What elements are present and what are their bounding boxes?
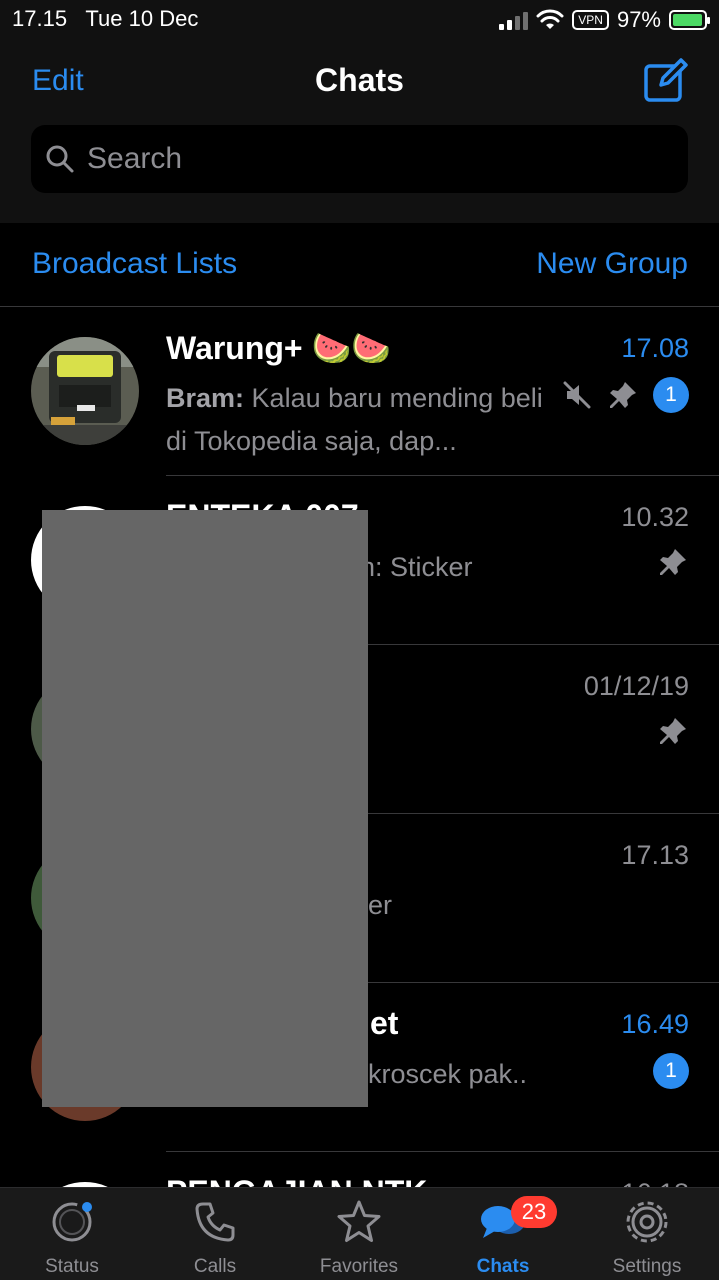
chat-time: 01/12/19 xyxy=(583,671,689,701)
chat-preview: er xyxy=(368,884,719,927)
status-icon xyxy=(52,1202,92,1242)
chat-indicators: 1 xyxy=(653,1053,689,1089)
new-group-link[interactable]: New Group xyxy=(536,247,688,281)
broadcast-lists-link[interactable]: Broadcast Lists xyxy=(32,247,237,281)
chat-time: 17.08 xyxy=(621,333,689,363)
search-bar[interactable]: Search xyxy=(31,125,688,193)
chat-indicators xyxy=(657,715,689,747)
chat-sender: Bram: xyxy=(166,383,245,413)
chat-row[interactable]: PENGAJIAN NTK 16.18 xyxy=(0,1152,719,1187)
compose-icon[interactable] xyxy=(643,57,689,103)
chat-message: n: Sticker xyxy=(360,552,473,582)
status-time-date: 17.15 Tue 10 Dec xyxy=(12,6,198,32)
page-title: Chats xyxy=(315,62,404,98)
status-date: Tue 10 Dec xyxy=(85,6,199,31)
chat-message: kroscek pak.. xyxy=(368,1059,528,1089)
chat-indicators xyxy=(657,546,689,578)
status-indicators: VPN 97% xyxy=(499,6,710,34)
nav-bar: Edit Chats Search xyxy=(0,40,719,223)
search-icon xyxy=(46,145,74,173)
chat-actions-bar: Broadcast Lists New Group xyxy=(0,223,719,307)
chat-name: Warung+ 🍉🍉 xyxy=(166,330,392,366)
chat-name: PENGAJIAN NTK xyxy=(166,1174,427,1187)
status-time: 17.15 xyxy=(12,6,68,31)
cellular-signal-icon xyxy=(499,10,529,30)
redaction-block xyxy=(42,510,368,1107)
tab-bar: Status Calls Favorites 23 Chats Settings xyxy=(0,1187,719,1280)
wifi-icon xyxy=(536,9,564,29)
search-input[interactable]: Search xyxy=(87,142,182,176)
tab-label: Chats xyxy=(476,1256,530,1277)
battery-percent: 97% xyxy=(616,7,661,32)
tab-label: Settings xyxy=(612,1256,682,1277)
phone-icon xyxy=(195,1202,235,1242)
tab-calls[interactable]: Calls xyxy=(143,1188,287,1280)
battery-icon xyxy=(669,10,710,30)
tab-label: Calls xyxy=(193,1256,237,1277)
chat-preview: Bram: Kalau baru mending beli di Tokoped… xyxy=(166,377,546,463)
chat-time: 16.18 xyxy=(621,1178,689,1187)
pin-icon xyxy=(660,718,686,744)
chat-time: 10.32 xyxy=(621,502,689,532)
chat-time: 16.49 xyxy=(621,1009,689,1039)
status-bar: 17.15 Tue 10 Dec VPN 97% xyxy=(0,0,719,40)
chat-indicators: 1 xyxy=(561,377,689,413)
tab-settings[interactable]: Settings xyxy=(575,1188,719,1280)
pin-icon xyxy=(610,382,636,408)
tab-label: Favorites xyxy=(319,1256,399,1277)
unread-badge: 1 xyxy=(653,1053,689,1089)
star-icon xyxy=(337,1200,381,1242)
chat-time: 17.13 xyxy=(621,840,689,870)
tab-favorites[interactable]: Favorites xyxy=(287,1188,431,1280)
tab-chats[interactable]: 23 Chats xyxy=(431,1188,575,1280)
tab-label: Status xyxy=(45,1256,99,1277)
tab-status[interactable]: Status xyxy=(0,1188,144,1280)
chat-message: er xyxy=(368,890,393,920)
chat-name: et xyxy=(370,1005,399,1041)
pin-icon xyxy=(660,549,686,575)
chat-row[interactable]: Warung+ 🍉🍉 17.08 Bram: Kalau baru mendin… xyxy=(0,307,719,476)
unread-badge: 1 xyxy=(653,377,689,413)
unread-count-badge: 23 xyxy=(511,1196,557,1228)
avatar xyxy=(31,337,139,445)
gear-icon xyxy=(626,1201,668,1243)
muted-icon xyxy=(563,381,591,409)
vpn-badge: VPN xyxy=(572,10,609,30)
